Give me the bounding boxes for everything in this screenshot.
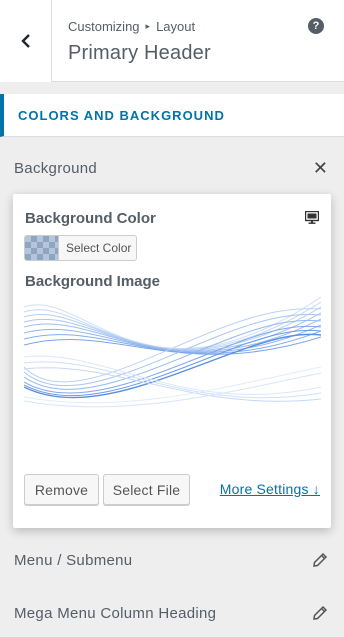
select-file-button[interactable]: Select File (103, 474, 190, 505)
desktop-monitor-icon[interactable] (305, 211, 319, 224)
background-settings-popup: Background Color Select Color Background… (13, 194, 331, 528)
color-swatch (25, 236, 59, 260)
background-image-preview[interactable] (24, 297, 321, 422)
question-mark-icon: ? (312, 20, 320, 32)
mega-menu-column-heading-row[interactable]: Mega Menu Column Heading (0, 590, 344, 636)
background-image-label: Background Image (25, 273, 161, 290)
select-color-label: Select Color (66, 241, 132, 255)
section-heading: Colors and Background (0, 94, 344, 137)
help-button[interactable]: ? (308, 18, 324, 34)
pencil-icon[interactable] (312, 552, 328, 568)
background-color-label: Background Color (25, 210, 156, 227)
select-color-button[interactable]: Select Color (24, 235, 137, 261)
pencil-icon[interactable] (312, 605, 328, 621)
more-settings-link[interactable]: More Settings ↓ (220, 481, 320, 497)
page-title: Primary Header (68, 42, 211, 64)
breadcrumb-item-customizing: Customizing (68, 19, 140, 34)
customizer-header: Customizing ▸ Layout Primary Header ? (0, 0, 344, 82)
breadcrumb-item-layout: Layout (156, 19, 196, 34)
mega-menu-label: Mega Menu Column Heading (14, 604, 217, 622)
background-label: Background (14, 159, 98, 177)
menu-submenu-label: Menu / Submenu (14, 551, 133, 569)
close-icon[interactable]: ✕ (313, 159, 328, 177)
menu-submenu-control-row[interactable]: Menu / Submenu (0, 537, 344, 583)
chevron-left-icon (20, 34, 30, 48)
wave-image (24, 297, 321, 422)
breadcrumb-separator-icon: ▸ (145, 21, 151, 31)
remove-button[interactable]: Remove (24, 474, 99, 505)
back-button[interactable] (0, 0, 52, 82)
background-control-row[interactable]: Background ✕ (0, 145, 344, 191)
breadcrumb: Customizing ▸ Layout (68, 19, 195, 34)
